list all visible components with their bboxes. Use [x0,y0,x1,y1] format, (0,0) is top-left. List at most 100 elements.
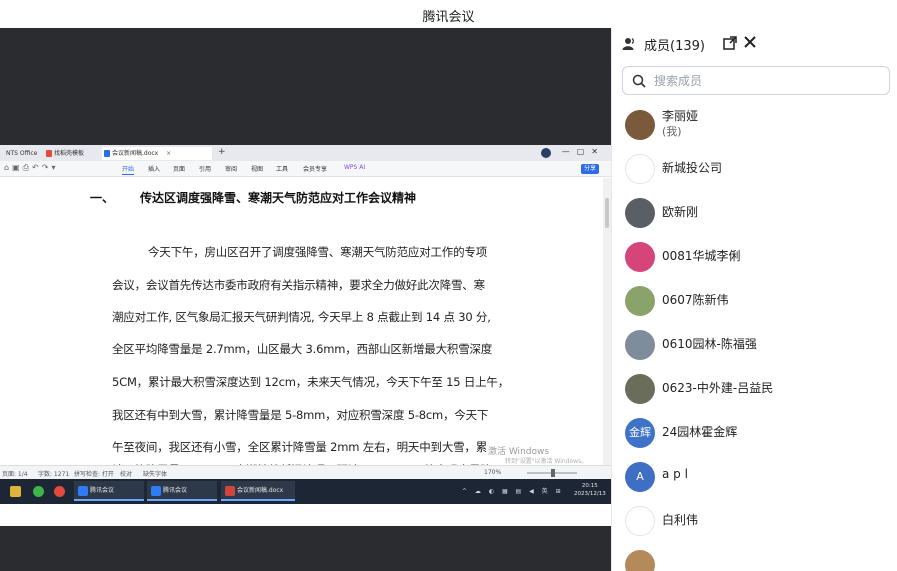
page-count: 页面: 1/4 [2,471,28,478]
taskbar-task-document[interactable]: 会议新闻稿.docx [221,481,295,501]
avatar [625,286,655,316]
member-row[interactable]: 新城投公司 [612,147,897,191]
paragraph-line: 我区还有中到大雪，累计降雪量是 5-8mm，对应积雪深度 5-8cm，今天下 [112,408,489,422]
window-controls[interactable]: —▢✕ [562,147,605,156]
search-input[interactable] [654,72,874,90]
member-name: 0623-中外建-吕益民 [662,381,774,395]
title-bar: 腾讯会议 [0,0,897,28]
proofread[interactable]: 校对 [120,469,132,478]
quick-tools-icon[interactable]: ⌂▣⎙↶↷▾ [4,163,58,173]
zoom-slider-handle[interactable] [551,469,555,477]
ribbon-tab-view[interactable]: 视图 [251,164,263,173]
clock-time: 20:15 [581,483,598,489]
doc-tab-templates[interactable]: 找稻壳模板 [44,147,99,160]
browser-icon[interactable] [54,486,65,497]
taskbar-task-meeting[interactable]: 腾讯会议 [74,481,144,501]
member-row[interactable]: Aa p l [612,455,897,499]
document-heading: 一、 传达区调度强降雪、寒潮天气防范应对工作会议精神 [90,189,416,206]
shared-screen: NTS Office 找稻壳模板 会议新闻稿.docx × + —▢✕ ⌂▣⎙↶… [0,145,611,526]
member-name: 0610园林-陈福强 [662,337,757,351]
avatar: 金辉 [625,418,655,448]
avatar [625,198,655,228]
wps-tab-bar: NTS Office 找稻壳模板 会议新闻稿.docx × + —▢✕ [0,145,611,161]
document-page: 一、 传达区调度强降雪、寒潮天气防范应对工作会议精神 今天下午，房山区召开了调度强… [0,178,603,468]
wps-ribbon: ⌂▣⎙↶↷▾ 开始 插入 页面 引用 审阅 视图 工具 会员专享 WPS AI … [0,161,611,177]
activation-watermark-sub: 转到"设置"以激活 Windows。 [505,458,588,465]
ribbon-tab-reference[interactable]: 引用 [199,164,211,173]
member-name: 24园林霍金辉 [662,425,738,439]
system-tray[interactable]: ^ ☁ ◐ ▦ ▤ ◀ 英 ⊞ [462,486,564,495]
paragraph-line: 会议，会议首先传达市委市政府有关指示精神，要求全力做好此次降雪、寒 [112,278,485,292]
member-row[interactable]: 欧新刚 [612,191,897,235]
spell-check[interactable]: 拼写检查: 打开 [74,469,114,478]
member-name: 欧新刚 [662,205,699,219]
members-panel: 成员(139) 李丽娅 (我) 新城投公司欧新刚 0081华城李俐 0607陈新伟 061… [611,28,897,571]
meeting-icon [151,486,161,496]
doc-tab-label: 找稻壳模板 [54,150,85,157]
close-icon[interactable] [742,34,758,50]
avatar [625,330,655,360]
member-row[interactable] [612,543,897,571]
wps-icon [225,486,235,496]
member-name: 0081华城李俐 [662,249,741,263]
member-search [622,66,890,95]
paragraph-line: 5CM，累计最大积雪深度达到 12cm，未来天气情况，今天下午至 15 日上午， [112,375,510,389]
ribbon-tab-vip[interactable]: 会员专享 [303,164,327,173]
clock-date: 2023/12/13 [574,491,606,497]
window-title: 腾讯会议 [422,10,475,25]
popout-icon[interactable] [723,36,737,50]
doc-tab-active[interactable]: 会议新闻稿.docx × [102,147,212,160]
member-row[interactable]: 0607陈新伟 [612,279,897,323]
ribbon-tab-home[interactable]: 开始 [122,164,135,175]
member-name: 0607陈新伟 [662,293,729,307]
ribbon-tab-page[interactable]: 页面 [173,164,185,173]
zoom-level[interactable]: 170% [484,469,501,476]
zoom-slider[interactable] [527,469,577,477]
share-button[interactable]: 分享 [581,164,600,174]
heading-text: 传达区调度强降雪、寒潮天气防范应对工作会议精神 [140,191,417,205]
avatar [625,154,655,184]
task-label: 腾讯会议 [163,487,188,494]
doc-tab-office[interactable]: NTS Office [0,147,42,160]
task-label: 会议新闻稿.docx [237,487,284,494]
close-tab-icon[interactable]: × [166,150,171,157]
taskbar-clock[interactable]: 20:15 2023/12/13 [574,482,606,498]
task-label: 腾讯会议 [90,487,115,494]
missing-font[interactable]: 缺失字体 [143,469,167,478]
document-scrollbar[interactable] [603,178,611,465]
member-row[interactable]: 0081华城李俐 [612,235,897,279]
shared-screen-area: NTS Office 找稻壳模板 会议新闻稿.docx × + —▢✕ ⌂▣⎙↶… [0,28,611,571]
ribbon-tab-review[interactable]: 审阅 [225,164,237,173]
avatar [625,242,655,272]
app-icon[interactable] [33,486,44,497]
taskbar-task-meeting-2[interactable]: 腾讯会议 [147,481,217,501]
ribbon-tab-tools[interactable]: 工具 [276,164,288,173]
wps-icon [46,150,52,157]
ribbon-tab-wps-ai[interactable]: WPS AI [344,164,365,171]
member-name: 白利伟 [662,513,699,527]
member-row[interactable]: 0623-中外建-吕益民 [612,367,897,411]
meeting-icon [78,486,88,496]
avatar[interactable] [541,148,551,158]
word-count: 字数: 1271 [38,471,70,478]
member-self-tag: (我) [662,125,682,138]
paragraph-line: 潮应对工作, 区气象局汇报天气研判情况, 今天早上 8 点截止到 14 点 30… [112,310,491,324]
member-name: 李丽娅 [662,109,699,123]
member-row[interactable]: 0610园林-陈福强 [612,323,897,367]
member-row[interactable]: 金辉 24园林霍金辉 [612,411,897,455]
meeting-window: 腾讯会议 NTS Office 找稻壳模板 会议新闻稿.docx × + —▢✕… [0,0,897,571]
search-icon [632,74,646,88]
member-row[interactable]: 李丽娅 (我) [612,103,897,147]
folder-icon[interactable] [10,486,21,497]
members-header: 成员(139) [612,28,897,60]
heading-number: 一、 [90,191,115,205]
scrollbar-thumb[interactable] [605,198,609,228]
avatar [625,374,655,404]
paragraph-line: 午至夜间，我区还有小雪，全区累计降雪量 2mm 左右，明天中到大雪，累 [112,440,488,454]
new-tab-icon[interactable]: + [218,147,226,157]
ribbon-tab-insert[interactable]: 插入 [148,164,160,173]
members-title: 成员(139) [644,39,705,54]
member-row[interactable]: 白利伟 [612,499,897,543]
avatar [625,550,655,571]
avatar [625,506,655,536]
